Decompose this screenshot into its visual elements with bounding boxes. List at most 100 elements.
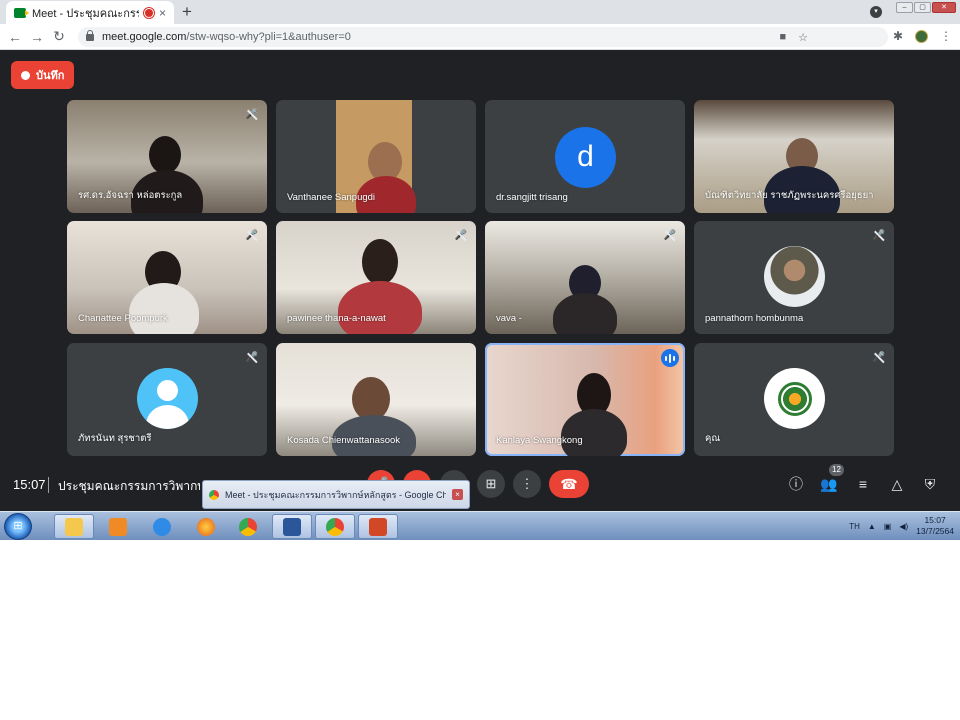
clock-time: 15:07 (924, 515, 946, 525)
participant-tile[interactable]: 🎤 รศ.ดร.อัจฉรา หล่อตระกูล (67, 100, 267, 213)
participant-name: vava - (496, 313, 522, 324)
taskbar-chrome[interactable] (228, 514, 268, 539)
taskbar-powerpoint[interactable] (358, 514, 398, 539)
preview-close-button[interactable]: × (452, 489, 463, 500)
participant-video (553, 293, 617, 334)
meeting-title: ประชุมคณะกรรมการวิพากษ์หลักสูตร (58, 479, 200, 493)
url-path: /stw-wqso-why?pli=1&authuser=0 (186, 31, 351, 43)
participant-name: dr.sangjitt trisang (496, 192, 568, 203)
people-icon[interactable]: 👥 (819, 474, 839, 494)
taskbar-window-preview[interactable]: Meet - ประชุมคณะกรรมการวิพากษ์หลักสูตร -… (202, 480, 470, 509)
taskbar-media-player[interactable] (98, 514, 138, 539)
system-tray: TH ▲ ▣ ◀) 15:07 13/7/2564 (849, 515, 954, 537)
participant-video (338, 281, 422, 334)
participant-name: pannathorn hombunma (705, 313, 804, 324)
people-count-badge: 12 (829, 464, 844, 476)
meeting-controls-bar: 15:07 ประชุมคณะกรรมการวิพากษ์หลักสูตร 🎤 … (0, 466, 960, 506)
participant-tile[interactable]: 🎤 vava - (485, 221, 685, 334)
participant-name: บัณฑิตวิทยาลัย ราชภัฏพระนครศรีอยุธยา (705, 190, 874, 201)
chrome-icon (326, 517, 344, 536)
minimize-button[interactable]: – (896, 2, 913, 13)
browser-tab-meet[interactable]: Meet - ประชุมคณะกรรมการวิพากษ์ × (6, 1, 174, 24)
media-player-icon (109, 517, 127, 536)
tab-search-icon[interactable]: ▾ (870, 6, 882, 18)
participant-tile[interactable]: 🎤 pannathorn hombunma (694, 221, 894, 334)
extensions-icon[interactable]: ✱ (893, 29, 903, 43)
present-button[interactable]: ⊞ (477, 470, 505, 498)
taskbar-firefox[interactable] (186, 514, 226, 539)
mic-off-icon: 🎤 (245, 352, 259, 363)
participant-video (561, 409, 627, 456)
participant-tile[interactable]: 🎤 Chanattee Poompurk (67, 221, 267, 334)
participant-tile[interactable]: 🎤 ภัทรนันท สุรชาตรี (67, 343, 267, 456)
taskbar-internet-explorer[interactable] (142, 514, 182, 539)
taskbar-explorer[interactable] (54, 514, 94, 539)
record-dot-icon (21, 70, 30, 80)
participant-tile[interactable]: Vanthanee Sanpugdi (276, 100, 476, 213)
forward-button[interactable]: → (26, 29, 48, 45)
browser-menu-icon[interactable]: ⋮ (940, 29, 952, 43)
mic-off-icon: 🎤 (245, 109, 259, 120)
participant-tile[interactable]: บัณฑิตวิทยาลัย ราชภัฏพระนครศรีอยุธยา (694, 100, 894, 213)
activities-icon[interactable]: △ (887, 474, 907, 494)
participant-name: คุณ (705, 433, 721, 444)
end-call-button[interactable]: ☎ (549, 470, 589, 498)
taskbar-word[interactable] (272, 514, 312, 539)
window-close-button[interactable]: ✕ (932, 2, 956, 13)
omnibox-actions: ■ ☆ (779, 31, 808, 44)
participant-tile-self[interactable]: 🎤 คุณ (694, 343, 894, 456)
preview-title: Meet - ประชุมคณะกรรมการวิพากษ์หลักสูตร -… (225, 489, 446, 500)
recording-button[interactable]: บันทึก (11, 61, 75, 89)
host-controls-icon[interactable]: ⛨ (920, 474, 940, 494)
back-button[interactable]: ← (4, 29, 26, 45)
word-icon (283, 517, 301, 536)
address-bar[interactable]: meet.google.com/stw-wqso-why?pli=1&authu… (78, 27, 888, 47)
internet-explorer-icon (153, 517, 171, 536)
participant-video (129, 283, 199, 334)
show-hidden-icons-icon[interactable]: ▲ (868, 522, 876, 531)
participant-avatar (137, 368, 198, 429)
url-host: meet.google.com (102, 31, 187, 43)
chrome-icon (239, 517, 257, 536)
participant-tile-active[interactable]: Kanlaya Swangkong (485, 343, 685, 456)
taskbar-chrome-active[interactable] (315, 514, 355, 539)
lock-icon[interactable] (86, 29, 94, 41)
recording-indicator-icon (144, 8, 153, 17)
mic-off-icon: 🎤 (872, 352, 886, 363)
record-label: บันทึก (36, 70, 65, 82)
profile-avatar[interactable] (915, 29, 928, 43)
network-icon[interactable]: ▣ (884, 522, 892, 531)
participant-name: Kosada Chienwattanasook (287, 435, 401, 446)
more-options-button[interactable]: ⋮ (513, 470, 541, 498)
meeting-info-icon[interactable]: ⓘ (786, 474, 806, 494)
participant-tile[interactable]: 🎤 pawinee thana-a-nawat (276, 221, 476, 334)
camera-icon[interactable]: ■ (779, 31, 786, 44)
reload-button[interactable]: ↻ (48, 28, 70, 45)
screen: Meet - ประชุมคณะกรรมการวิพากษ์ × + ▾ – ▢… (0, 0, 960, 540)
mic-off-icon: 🎤 (245, 230, 259, 241)
browser-tab-strip: Meet - ประชุมคณะกรรมการวิพากษ์ × + ▾ – ▢… (0, 0, 960, 24)
participant-name: ภัทรนันท สุรชาตรี (78, 433, 152, 444)
mic-off-icon: 🎤 (454, 230, 468, 241)
volume-icon[interactable]: ◀) (899, 522, 908, 531)
maximize-button[interactable]: ▢ (914, 2, 931, 13)
meeting-clock: 15:07 (13, 477, 46, 492)
language-indicator[interactable]: TH (849, 522, 860, 531)
clock-date: 13/7/2564 (916, 526, 954, 536)
new-tab-button[interactable]: + (182, 2, 192, 22)
participant-name: รศ.ดร.อัจฉรา หล่อตระกูล (78, 190, 183, 201)
windows-taskbar: ⊞ TH ▲ ▣ ◀) 15:07 13/7/2564 (0, 511, 960, 540)
participant-avatar (764, 246, 825, 307)
system-clock[interactable]: 15:07 13/7/2564 (916, 515, 954, 537)
chat-icon[interactable]: ≡ (853, 474, 873, 494)
participant-tile[interactable]: d dr.sangjitt trisang (485, 100, 685, 213)
participant-avatar (764, 368, 825, 429)
start-button[interactable]: ⊞ (4, 513, 32, 540)
google-meet-favicon-icon (14, 7, 29, 18)
divider (48, 477, 49, 493)
participant-tile[interactable]: Kosada Chienwattanasook (276, 343, 476, 456)
participant-name: Kanlaya Swangkong (496, 435, 583, 446)
tab-close-button[interactable]: × (159, 6, 166, 20)
mic-off-icon: 🎤 (872, 230, 886, 241)
bookmark-star-icon[interactable]: ☆ (798, 31, 808, 44)
